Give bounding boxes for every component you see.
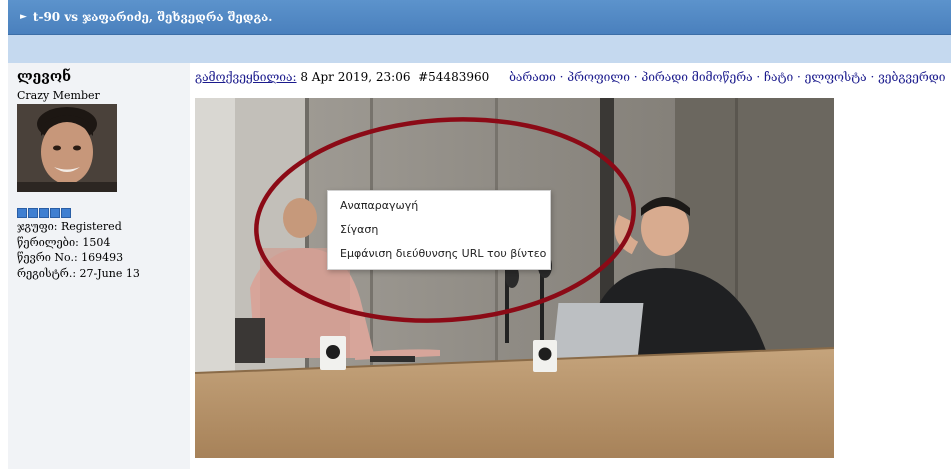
author-registered: რეგისტრ.: 27-June 13: [17, 266, 140, 280]
video-context-menu: Αναπαραγωγή Σίγαση Εμφάνιση διεύθυνσης U…: [327, 190, 551, 270]
menu-item-mute[interactable]: Σίγαση: [340, 223, 378, 236]
author-group: ჯგუფი: Registered: [17, 220, 122, 233]
author-member-number: წევრი No.: 169493: [17, 251, 124, 264]
post-profile-links[interactable]: ბარათი · პროფილი · პირადი მიმოწერა · ჩატ…: [509, 70, 945, 84]
author-username[interactable]: ლევონ: [17, 69, 71, 85]
author-avatar: [17, 104, 117, 192]
video-frame-scene: [195, 98, 834, 458]
rating-pips: [17, 208, 71, 218]
author-post-count: წერილები: 1504: [17, 235, 111, 249]
rating-pip: [61, 208, 71, 218]
post-datetime: 8 Apr 2019, 23:06: [300, 70, 411, 84]
triangle-right-icon: ►: [20, 12, 27, 22]
rating-pip: [39, 208, 49, 218]
post-video-screenshot[interactable]: [195, 98, 834, 458]
rating-pip: [50, 208, 60, 218]
post-meta: გამოქვეყნილია: 8 Apr 2019, 23:06 #544839…: [195, 70, 945, 84]
rating-pip: [28, 208, 38, 218]
post-id[interactable]: #54483960: [418, 70, 489, 84]
author-stats: ჯგუფი: Registered წერილები: 1504 წევრი N…: [17, 219, 140, 281]
menu-item-show-video-url[interactable]: Εμφάνιση διεύθυνσης URL του βίντεο: [340, 247, 546, 260]
topic-title: t-90 vs ჯაფარიძე, შეხვედრა შედგა.: [32, 10, 273, 24]
posted-label[interactable]: გამოქვეყნილია:: [195, 70, 297, 84]
author-rank: Crazy Member: [17, 89, 100, 102]
menu-item-play[interactable]: Αναπαραγωγή: [340, 199, 418, 212]
topic-subbar: [8, 35, 951, 63]
topic-title-bar: ► t-90 vs ჯაფარიძე, შეხვედრა შედგა.: [8, 0, 951, 35]
rating-pip: [17, 208, 27, 218]
